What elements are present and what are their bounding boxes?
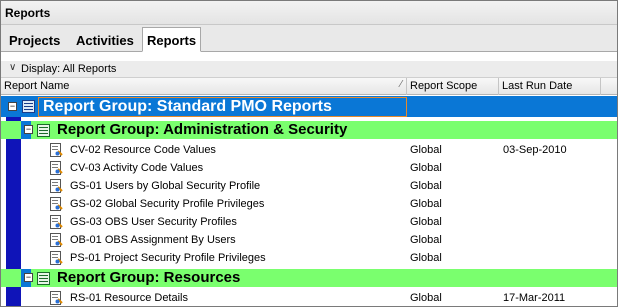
report-group-icon (37, 272, 50, 285)
report-scope: Global (410, 292, 442, 304)
collapse-icon[interactable]: − (24, 125, 33, 134)
column-last-run-date-label: Last Run Date (502, 80, 573, 92)
report-row[interactable]: GS-03 OBS User Security Profiles Global (1, 213, 617, 231)
report-scope: Global (410, 162, 442, 174)
report-icon (50, 143, 63, 157)
report-scope: Global (410, 234, 442, 246)
tab-strip: Projects Activities Reports (1, 25, 617, 52)
column-report-name[interactable]: Report Name ⁄ (1, 78, 407, 95)
group-title[interactable]: Report Group: Administration & Security (57, 121, 347, 139)
report-last-run: 03-Sep-2010 (503, 144, 567, 156)
column-report-scope-label: Report Scope (410, 80, 478, 92)
report-icon (50, 233, 63, 247)
report-name[interactable]: OB-01 OBS Assignment By Users (70, 231, 236, 249)
top-group-row[interactable]: − Report Group: Standard PMO Reports (1, 96, 617, 117)
report-row[interactable]: GS-01 Users by Global Security Profile G… (1, 177, 617, 195)
display-filter-label[interactable]: Display: All Reports (21, 63, 116, 75)
report-name[interactable]: RS-01 Resource Details (70, 289, 188, 306)
chevron-down-icon[interactable]: ∨ (9, 62, 16, 73)
report-icon (50, 251, 63, 265)
report-scope: Global (410, 180, 442, 192)
tab-reports[interactable]: Reports (142, 27, 202, 52)
collapse-icon[interactable]: − (8, 102, 17, 111)
window-titlebar: Reports (1, 1, 617, 25)
tab-projects[interactable]: Projects (5, 29, 64, 52)
report-tree-grid: − Report Group: Standard PMO Reports − R… (1, 96, 617, 306)
report-icon (50, 161, 63, 175)
report-icon (50, 197, 63, 211)
report-row[interactable]: RS-01 Resource Details Global 17-Mar-201… (1, 289, 617, 306)
column-report-scope[interactable]: Report Scope (407, 78, 499, 95)
group-row-administration-security[interactable]: − Report Group: Administration & Securit… (1, 121, 617, 139)
window-title: Reports (5, 6, 51, 20)
report-name[interactable]: PS-01 Project Security Profile Privilege… (70, 249, 266, 267)
report-row[interactable]: OB-01 OBS Assignment By Users Global (1, 231, 617, 249)
group-title[interactable]: Report Group: Resources (57, 269, 240, 287)
report-icon (50, 179, 63, 193)
report-icon (50, 215, 63, 229)
report-row[interactable]: PS-01 Project Security Profile Privilege… (1, 249, 617, 267)
report-group-icon (22, 100, 35, 113)
report-scope: Global (410, 144, 442, 156)
reports-window: Reports Projects Activities Reports ∨ Di… (0, 0, 618, 307)
report-name[interactable]: GS-02 Global Security Profile Privileges (70, 195, 264, 213)
sort-indicator-icon: ⁄ (400, 79, 402, 90)
report-name[interactable]: GS-03 OBS User Security Profiles (70, 213, 237, 231)
report-scope: Global (410, 252, 442, 264)
column-report-name-label: Report Name (4, 80, 70, 92)
report-icon (50, 291, 63, 305)
report-row[interactable]: CV-02 Resource Code Values Global 03-Sep… (1, 141, 617, 159)
report-last-run: 17-Mar-2011 (503, 292, 566, 304)
report-name[interactable]: CV-03 Activity Code Values (70, 159, 203, 177)
top-group-title[interactable]: Report Group: Standard PMO Reports (38, 97, 407, 117)
report-group-icon (37, 124, 50, 137)
column-header: Report Name ⁄ Report Scope Last Run Date (1, 78, 617, 95)
report-row[interactable]: CV-03 Activity Code Values Global (1, 159, 617, 177)
report-scope: Global (410, 216, 442, 228)
report-row[interactable]: GS-02 Global Security Profile Privileges… (1, 195, 617, 213)
report-name[interactable]: CV-02 Resource Code Values (70, 141, 216, 159)
report-scope: Global (410, 198, 442, 210)
report-name[interactable]: GS-01 Users by Global Security Profile (70, 177, 260, 195)
column-last-run-date[interactable]: Last Run Date (499, 78, 601, 95)
display-bar[interactable]: ∨ Display: All Reports (1, 61, 617, 78)
collapse-icon[interactable]: − (24, 273, 33, 282)
group-row-resources[interactable]: − Report Group: Resources (1, 269, 617, 287)
tab-activities[interactable]: Activities (72, 29, 138, 52)
